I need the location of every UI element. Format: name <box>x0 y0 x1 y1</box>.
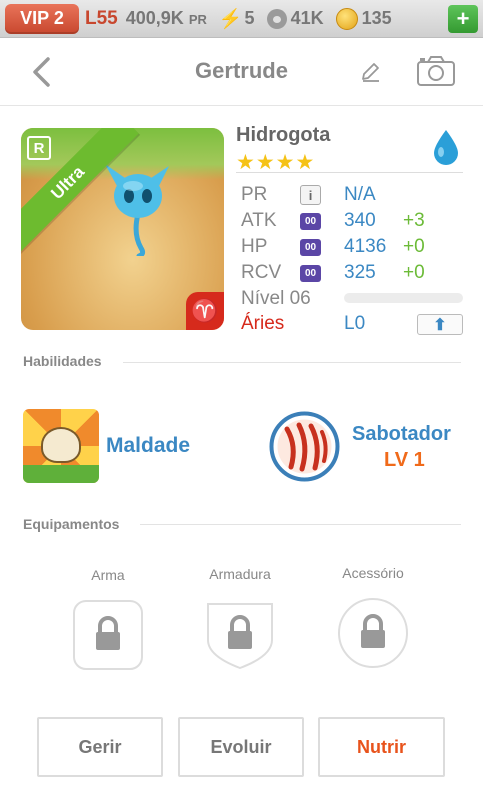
paw-counter[interactable]: 41K <box>266 8 324 29</box>
armor-slot-locked-icon[interactable] <box>204 598 276 670</box>
info-icon[interactable]: i <box>300 185 321 205</box>
camera-icon[interactable] <box>416 55 456 87</box>
paw-value: 41K <box>290 8 324 28</box>
manage-button[interactable]: Gerir <box>37 717 163 777</box>
edit-pencil-icon[interactable] <box>359 60 383 84</box>
add-currency-button[interactable]: + <box>448 5 478 33</box>
evolve-button[interactable]: Evoluir <box>178 717 304 777</box>
ability-icon-grass <box>23 465 99 483</box>
energy-counter[interactable]: ⚡ 5 <box>219 7 255 31</box>
rank-badge-icon: R <box>27 136 51 160</box>
stat-bonus: +0 <box>403 262 425 283</box>
vip-badge[interactable]: VIP 2 <box>5 3 79 34</box>
stat-row-rcv: RCV 00 325 +0 <box>241 262 463 286</box>
coin-icon <box>335 7 358 30</box>
upgrade-button[interactable]: ⬆ <box>417 314 463 335</box>
abilities-section-title: Habilidades <box>23 353 102 369</box>
stat-value: N/A <box>344 184 376 205</box>
stat-bonus: +3 <box>403 210 425 231</box>
slot-label-weapon: Arma <box>91 567 125 583</box>
stat-badge-icon: 00 <box>300 239 321 256</box>
level-label: Nível 06 <box>241 288 311 309</box>
water-drop-icon <box>434 130 458 165</box>
stat-label: HP <box>241 236 268 257</box>
skull-icon <box>41 427 81 463</box>
weapon-slot-locked-icon[interactable] <box>72 599 144 671</box>
slot-label-accessory: Acessório <box>342 565 404 581</box>
divider <box>140 524 461 525</box>
sign-name: Áries <box>241 313 285 334</box>
equipment-section-title: Equipamentos <box>23 516 120 532</box>
status-bar: VIP 2 L55 400,9K PR ⚡ 5 41K 135 + <box>0 0 483 38</box>
divider <box>236 172 463 173</box>
header: Gertrude <box>0 38 483 106</box>
lightning-icon: ⚡ <box>218 8 243 30</box>
arrow-up-icon: ⬆ <box>433 316 447 334</box>
coin-counter[interactable]: 135 <box>335 7 392 30</box>
stat-badge-icon: 00 <box>300 265 321 282</box>
paw-icon <box>266 8 287 29</box>
stat-row-hp: HP 00 4136 +0 <box>241 236 463 260</box>
stat-label: PR <box>241 184 268 205</box>
coin-value: 135 <box>361 8 392 28</box>
skill-level: LV 1 <box>384 449 425 471</box>
skill-name-sabotador[interactable]: Sabotador <box>352 423 451 446</box>
stat-value: 4136 <box>344 236 387 257</box>
sign-level: L0 <box>344 313 366 334</box>
ability-name-maldade[interactable]: Maldade <box>106 434 190 458</box>
creature-illustration <box>105 164 169 256</box>
player-level: L55 <box>85 7 118 29</box>
accessory-slot-locked-icon[interactable] <box>337 597 409 669</box>
energy-value: 5 <box>244 8 255 28</box>
aries-sign-icon: ♈ <box>186 292 224 330</box>
feed-button[interactable]: Nutrir <box>318 717 445 777</box>
claw-skill-icon[interactable] <box>269 411 340 482</box>
player-power: 400,9K PR <box>126 8 207 29</box>
stat-value: 325 <box>344 262 376 283</box>
monster-name: Hidrogota <box>236 124 331 146</box>
level-progress-bar <box>344 293 463 303</box>
stat-label: ATK <box>241 210 277 231</box>
slot-label-armor: Armadura <box>209 566 271 582</box>
stat-row-pr: PR i N/A <box>241 184 463 208</box>
monster-detail-screen: VIP 2 L55 400,9K PR ⚡ 5 41K 135 + Gertru… <box>0 0 483 800</box>
power-unit: PR <box>188 12 207 27</box>
page-title: Gertrude <box>195 58 288 83</box>
stat-value: 340 <box>344 210 376 231</box>
divider <box>123 362 461 363</box>
stat-label: RCV <box>241 262 282 283</box>
power-value: 400,9K <box>125 8 184 28</box>
stat-badge-icon: 00 <box>300 213 321 230</box>
stat-row-atk: ATK 00 340 +3 <box>241 210 463 234</box>
stat-bonus: +0 <box>403 236 425 257</box>
skull-ability-icon[interactable] <box>23 409 99 483</box>
monster-portrait-card[interactable]: Ultra R ♈ <box>21 128 224 330</box>
